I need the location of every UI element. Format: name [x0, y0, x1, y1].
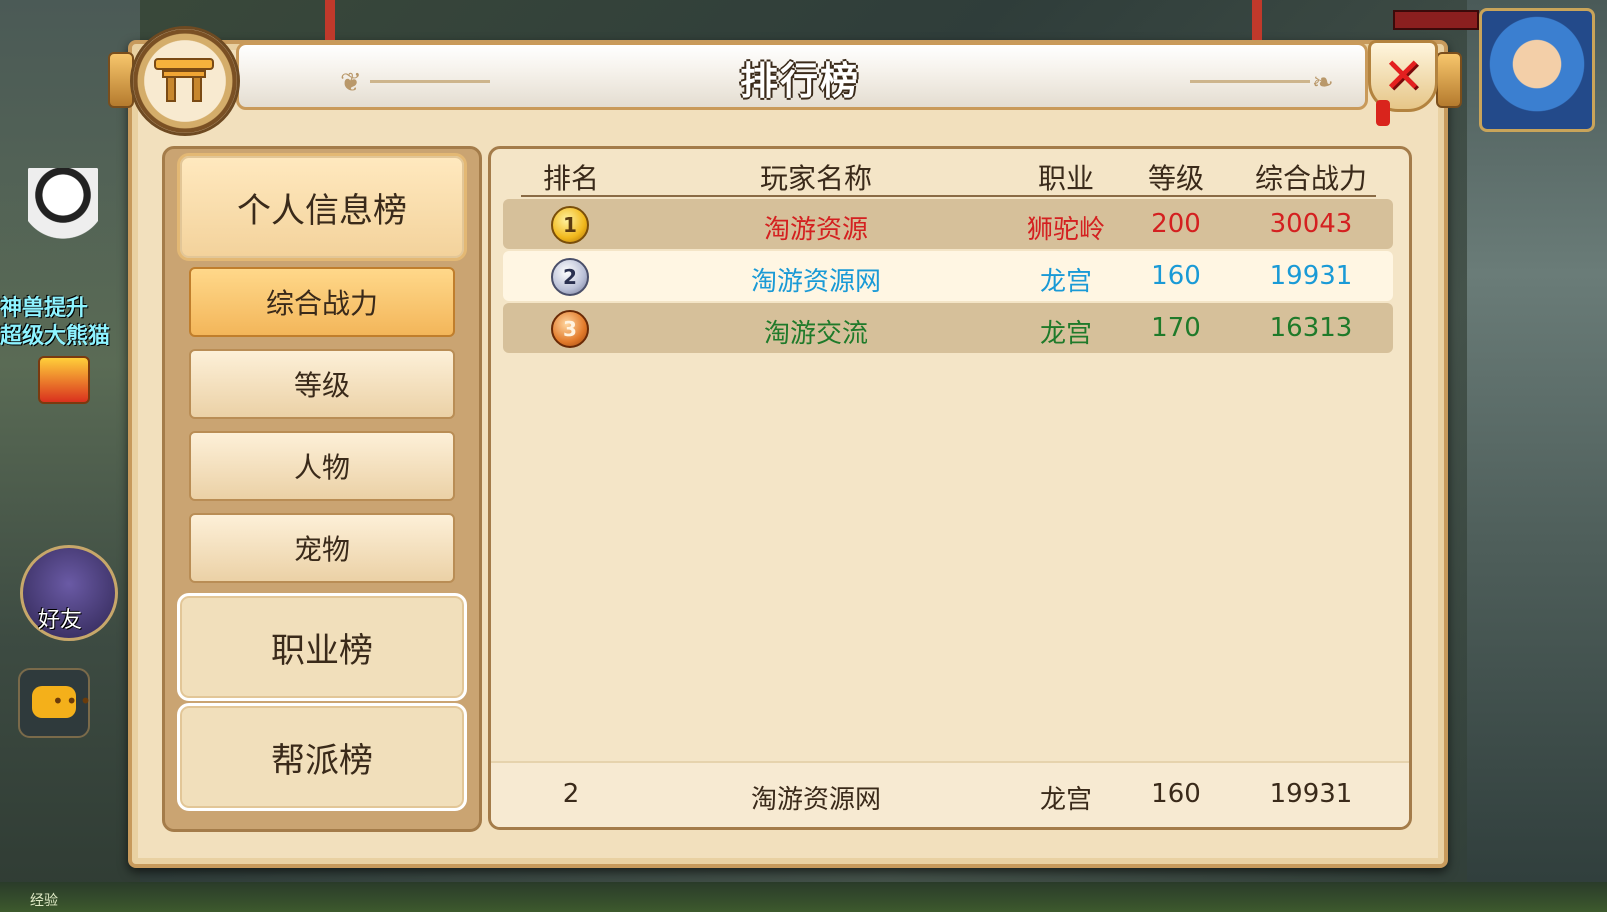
game-scene-bottom — [0, 882, 1607, 912]
my-rank: 2 — [562, 779, 580, 809]
player-avatar[interactable] — [1479, 8, 1595, 132]
exp-label: 经验 — [30, 893, 58, 909]
header-class: 职业 — [1037, 162, 1094, 195]
my-rank-row: 2 淘游资源网 龙宫 160 19931 — [491, 761, 1409, 827]
close-icon: ✕ — [1382, 48, 1424, 104]
my-level: 160 — [1151, 779, 1201, 809]
chat-button[interactable]: ••• — [18, 668, 91, 738]
row-class: 龙宫 — [1039, 267, 1092, 297]
hp-bar — [1393, 10, 1479, 30]
row-power: 16313 — [1269, 313, 1353, 343]
lantern-decor — [1376, 100, 1390, 126]
my-player-name: 淘游资源网 — [750, 785, 881, 815]
header-divider — [521, 195, 1376, 197]
row-player-name: 淘游资源 — [763, 215, 868, 245]
rank-medal-gold-icon: 1 — [551, 206, 589, 244]
header-rank: 排名 — [542, 162, 599, 195]
header-player-name: 玩家名称 — [759, 162, 872, 195]
chat-icon: ••• — [32, 686, 91, 718]
row-power: 19931 — [1269, 261, 1353, 291]
row-level: 200 — [1151, 209, 1201, 239]
title-line-right — [1190, 80, 1310, 83]
subtab-combat-power[interactable]: 综合战力 — [189, 267, 455, 337]
table-row[interactable]: 1 淘游资源 狮驼岭 200 30043 — [503, 199, 1393, 249]
table-row[interactable]: 3 淘游交流 龙宫 170 16313 — [503, 303, 1393, 353]
decor-rope-left — [325, 0, 335, 40]
title-swirl-right-icon: ❧ — [1312, 68, 1334, 98]
panda-character — [28, 168, 98, 258]
decor-rope-right — [1252, 0, 1262, 40]
side-promo-text-2: 超级大熊猫 — [0, 324, 111, 349]
row-class: 龙宫 — [1039, 319, 1092, 349]
ranking-table: 排名 玩家名称 职业 等级 综合战力 1 淘游资源 狮驼岭 200 30043 … — [488, 146, 1412, 830]
rank-medal-silver-icon: 2 — [551, 258, 589, 296]
category-personal-info[interactable]: 个人信息榜 — [177, 153, 467, 261]
header-level: 等级 — [1147, 162, 1204, 195]
subtab-level[interactable]: 等级 — [189, 349, 455, 419]
table-header: 排名 玩家名称 职业 等级 综合战力 — [491, 149, 1409, 199]
row-player-name: 淘游交流 — [763, 319, 868, 349]
game-scene-right — [1467, 0, 1607, 912]
rank-medal-bronze-icon: 3 — [551, 310, 589, 348]
gift-icon[interactable] — [38, 356, 90, 404]
subtab-pet[interactable]: 宠物 — [189, 513, 455, 583]
category-guild[interactable]: 帮派榜 — [177, 703, 467, 811]
game-scene-left — [0, 0, 140, 912]
gate-emblem-icon — [130, 26, 240, 136]
page-title: 排行榜 — [739, 59, 860, 103]
subtab-character[interactable]: 人物 — [189, 431, 455, 501]
my-class: 龙宫 — [1039, 785, 1092, 815]
row-power: 30043 — [1269, 209, 1353, 239]
title-rod-right — [1436, 52, 1462, 108]
row-level: 170 — [1151, 313, 1201, 343]
header-power: 综合战力 — [1254, 162, 1367, 195]
row-class: 狮驼岭 — [1026, 215, 1105, 245]
category-profession[interactable]: 职业榜 — [177, 593, 467, 701]
category-sidebar: 个人信息榜 综合战力 等级 人物 宠物 职业榜 帮派榜 — [162, 146, 482, 832]
my-power: 19931 — [1269, 779, 1353, 809]
row-player-name: 淘游资源网 — [750, 267, 881, 297]
table-row[interactable]: 2 淘游资源网 龙宫 160 19931 — [503, 251, 1393, 301]
title-swirl-left-icon: ❦ — [340, 68, 362, 98]
friend-label: 好友 — [38, 608, 83, 633]
row-level: 160 — [1151, 261, 1201, 291]
title-line-left — [370, 80, 490, 83]
